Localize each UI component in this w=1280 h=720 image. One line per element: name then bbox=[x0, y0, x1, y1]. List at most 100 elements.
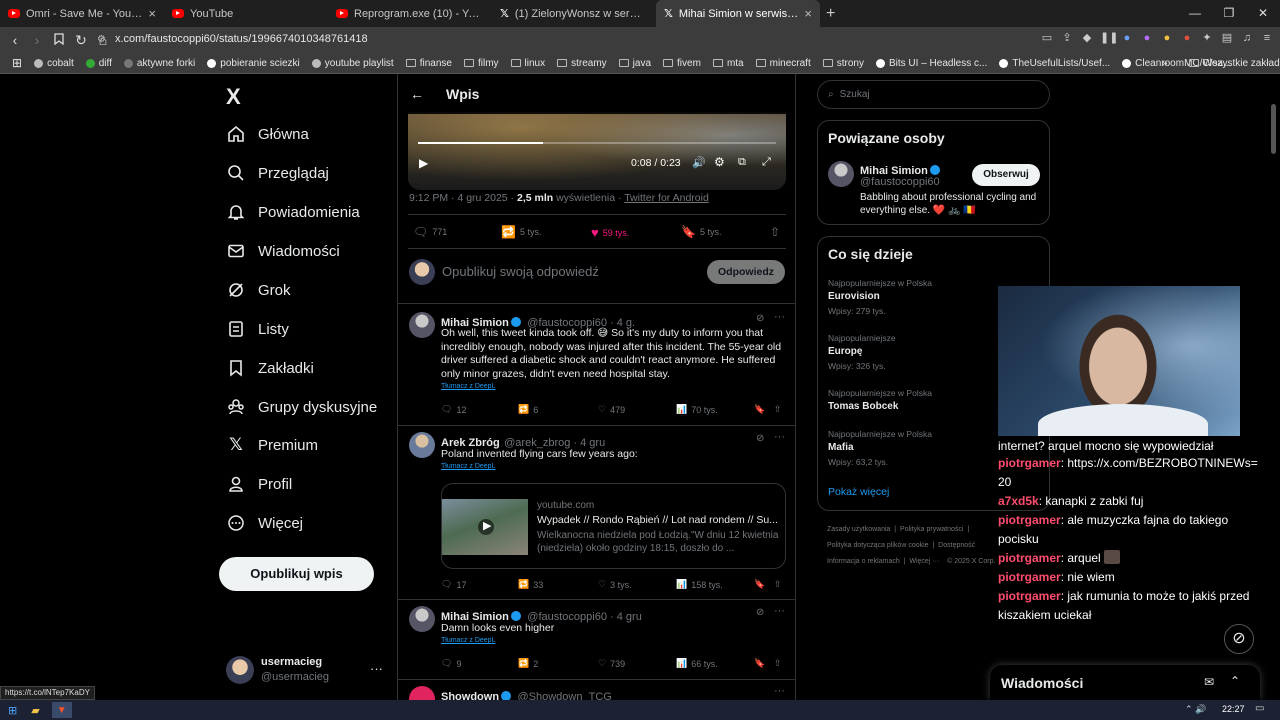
settings-icon[interactable]: ⚙ bbox=[714, 155, 725, 169]
grok-icon[interactable]: ⊘ bbox=[756, 607, 764, 618]
scrollbar[interactable] bbox=[1271, 104, 1276, 154]
bookmark-folder[interactable]: strony bbox=[817, 58, 870, 69]
video-progress-track[interactable] bbox=[418, 142, 776, 144]
screen-icon[interactable]: ▭ bbox=[1040, 31, 1054, 45]
translate-link[interactable]: Tłumacz z DeepL bbox=[441, 463, 495, 470]
pip-icon[interactable]: ⧉ bbox=[738, 156, 746, 169]
sidebar-icon[interactable]: ▤ bbox=[1220, 31, 1234, 45]
post-source-link[interactable]: Twitter for Android bbox=[624, 192, 709, 204]
share-button[interactable]: ⇧ bbox=[770, 225, 780, 239]
footer-link[interactable]: Polityka dotycząca plików cookie bbox=[827, 542, 929, 549]
puzzle-icon[interactable]: ✦ bbox=[1200, 31, 1214, 45]
extension-icon[interactable]: ● bbox=[1160, 31, 1174, 45]
restore-icon[interactable]: ❐ bbox=[1212, 0, 1246, 27]
bookmark-folder[interactable]: streamy bbox=[551, 58, 613, 69]
bookmark-folder[interactable]: minecraft bbox=[750, 58, 817, 69]
more-bookmarks-icon[interactable]: » bbox=[1156, 58, 1174, 69]
sidebar-item-bookmarks[interactable]: Zakładki bbox=[226, 358, 314, 378]
site-info-icon[interactable]: ⚙ bbox=[97, 34, 106, 45]
author-handle[interactable]: @Showdown_TCG bbox=[518, 691, 612, 700]
browser-tab[interactable]: Omri - Save Me - YouTube × bbox=[0, 0, 164, 27]
repost-button[interactable]: 🔁 2 bbox=[518, 658, 538, 669]
brave-browser-icon[interactable]: ▼ bbox=[51, 702, 72, 718]
trend-item[interactable]: Najpopularniejsze w Polska Tomas Bobcek bbox=[828, 388, 932, 412]
close-window-icon[interactable]: ✕ bbox=[1246, 0, 1280, 27]
bookmark-folder[interactable]: fivem bbox=[657, 58, 707, 69]
trend-item[interactable]: Najpopularniejsze w Polska Eurovision Wp… bbox=[828, 278, 932, 316]
trend-item[interactable]: Najpopularniejsze w Polska Mafia Wpisy: … bbox=[828, 429, 932, 467]
reply-input[interactable]: Opublikuj swoją odpowiedź bbox=[442, 264, 599, 279]
bookmark-item[interactable]: youtube playlist bbox=[306, 58, 400, 69]
views-button[interactable]: 📊 158 tys. bbox=[676, 579, 723, 590]
footer-link[interactable]: Dostępność bbox=[938, 542, 975, 549]
bookmark-item[interactable]: Bits UI – Headless c... bbox=[870, 58, 993, 69]
footer-link[interactable]: Polityka prywatności bbox=[900, 526, 963, 533]
apps-icon[interactable]: ⊞ bbox=[6, 56, 28, 70]
link-preview-card[interactable]: ▶ youtube.com Wypadek // Rondo Rąbień //… bbox=[441, 483, 786, 569]
notifications-icon[interactable]: ▭ bbox=[1255, 703, 1264, 714]
account-menu-icon[interactable]: ··· bbox=[370, 661, 383, 676]
other-bookmarks[interactable]: Wszystkie zakładki bbox=[1183, 58, 1280, 69]
show-more-link[interactable]: Pokaż więcej bbox=[828, 486, 889, 498]
new-message-icon[interactable]: ✉ bbox=[1204, 675, 1214, 689]
author-name[interactable]: Showdown bbox=[441, 691, 499, 700]
forward-icon[interactable]: › bbox=[26, 32, 48, 48]
extension-icon[interactable]: ● bbox=[1140, 31, 1154, 45]
share-button[interactable]: ⇧ bbox=[774, 658, 782, 669]
bookmark-item[interactable]: aktywne forki bbox=[118, 58, 201, 69]
bookmark-folder[interactable]: finanse bbox=[400, 58, 458, 69]
avatar[interactable] bbox=[409, 606, 435, 632]
bookmark-button[interactable]: 🔖 bbox=[754, 579, 765, 590]
extension-icon[interactable]: ● bbox=[1180, 31, 1194, 45]
brave-shield-icon[interactable]: ◆ bbox=[1080, 31, 1094, 45]
repost-button[interactable]: 🔁 6 bbox=[518, 404, 538, 415]
bookmark-button[interactable]: 🔖 bbox=[754, 404, 765, 415]
like-button[interactable]: ♡ 739 bbox=[598, 658, 625, 669]
bookmark-item[interactable]: pobieranie sciezki bbox=[201, 58, 306, 69]
more-options-icon[interactable]: ··· bbox=[774, 431, 785, 443]
share-button[interactable]: ⇧ bbox=[774, 404, 782, 415]
reply-button[interactable]: 🗨 12 bbox=[441, 404, 466, 415]
more-options-icon[interactable]: ··· bbox=[774, 685, 785, 697]
back-icon[interactable]: ‹ bbox=[4, 32, 26, 48]
sidebar-item-home[interactable]: Główna bbox=[226, 124, 309, 144]
like-button[interactable]: ♡ 3 tys. bbox=[598, 579, 632, 590]
more-options-icon[interactable]: ··· bbox=[774, 311, 785, 323]
collapse-icon[interactable]: ⌃ bbox=[1230, 674, 1240, 688]
system-tray-icons[interactable]: ⌃ 🔊 bbox=[1185, 704, 1206, 715]
avatar[interactable] bbox=[226, 656, 254, 684]
reply-button[interactable]: 🗨 17 bbox=[441, 579, 466, 590]
bookmark-folder[interactable]: mta bbox=[707, 58, 750, 69]
messages-drawer[interactable]: Wiadomości ✉ ⌃ bbox=[990, 665, 1260, 700]
sidebar-item-more[interactable]: Więcej bbox=[226, 513, 303, 533]
repost-button[interactable]: 🔁 33 bbox=[518, 579, 543, 590]
close-tab-icon[interactable]: × bbox=[148, 6, 156, 21]
browser-tab-active[interactable]: 𝕏 Mihai Simion w serwisie X: „The × bbox=[656, 0, 820, 27]
avatar[interactable] bbox=[828, 161, 854, 187]
bookmark-folder[interactable]: linux bbox=[505, 58, 552, 69]
bookmark-item[interactable]: diff bbox=[80, 58, 118, 69]
trend-item[interactable]: Najpopularniejsze Europę Wpisy: 326 tys. bbox=[828, 333, 896, 371]
bookmark-button[interactable]: 🔖 bbox=[754, 658, 765, 669]
browser-tab[interactable]: YouTube bbox=[164, 0, 328, 27]
bookmark-item[interactable]: cobalt bbox=[28, 58, 80, 69]
follow-button[interactable]: Obserwuj bbox=[972, 164, 1040, 186]
sidebar-item-lists[interactable]: Listy bbox=[226, 319, 289, 339]
fullscreen-icon[interactable]: ⤢ bbox=[762, 156, 771, 169]
footer-link[interactable]: Więcej ··· bbox=[909, 558, 939, 565]
avatar[interactable] bbox=[409, 686, 435, 700]
bookmark-page-icon[interactable] bbox=[48, 32, 70, 48]
translate-link[interactable]: Tłumacz z DeepL bbox=[441, 637, 495, 644]
sidebar-item-profile[interactable]: Profil bbox=[226, 474, 292, 494]
avatar[interactable] bbox=[409, 312, 435, 338]
media-icon[interactable]: ♫ bbox=[1240, 31, 1254, 45]
search-input[interactable]: ⌕ Szukaj bbox=[817, 80, 1050, 109]
bookmark-folder[interactable]: java bbox=[613, 58, 657, 69]
share-button[interactable]: ⇧ bbox=[774, 579, 782, 590]
sidebar-item-communities[interactable]: Grupy dyskusyjne bbox=[226, 397, 377, 417]
browser-tab[interactable]: 𝕏 (1) ZielonyWonsz w serwisie X: „Daw bbox=[492, 0, 656, 27]
avatar[interactable] bbox=[409, 432, 435, 458]
file-explorer-icon[interactable]: ▰ bbox=[31, 704, 39, 717]
views-button[interactable]: 📊 66 tys. bbox=[676, 658, 718, 669]
video-player[interactable]: ▶ 0:08 / 0:23 🔊 ⚙ ⧉ ⤢ bbox=[408, 112, 786, 190]
